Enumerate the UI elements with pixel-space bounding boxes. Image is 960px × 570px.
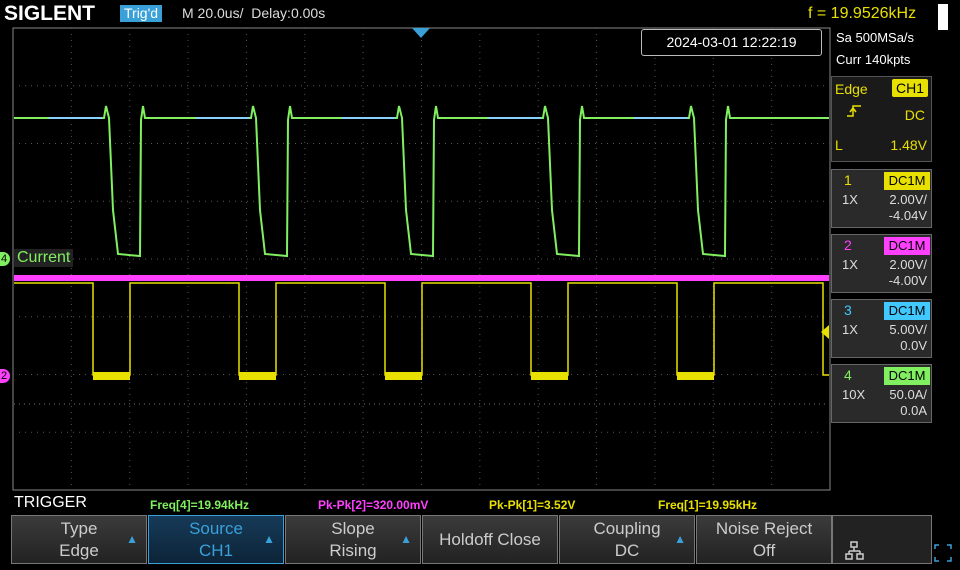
channel-number: 4 — [844, 367, 852, 383]
softkey-holdoff-button[interactable]: Holdoff Close — [422, 515, 558, 564]
network-icon — [845, 541, 864, 560]
trigger-info-panel[interactable]: Edge CH1 DC L 1.48V — [831, 76, 932, 162]
channel-scale: 50.0A/ — [889, 387, 927, 402]
softkey-type-button[interactable]: Type Edge ▲ — [11, 515, 147, 564]
softkey-slope-button[interactable]: Slope Rising ▲ — [285, 515, 421, 564]
channel-probe: 1X — [842, 322, 858, 337]
measurement-4: Freq[1]=19.95kHz — [658, 498, 758, 512]
channel-offset: -4.04V — [888, 208, 927, 223]
channel-1-panel[interactable]: 1 DC1M 1X 2.00V/-4.04V — [831, 169, 932, 228]
channel-number: 3 — [844, 302, 852, 318]
trigger-source-badge: CH1 — [892, 79, 928, 97]
network-button[interactable] — [832, 515, 932, 564]
channel-coupling-badge: DC1M — [884, 302, 930, 320]
trigger-level-value: 1.48V — [890, 137, 927, 153]
channel-probe: 1X — [842, 257, 858, 272]
up-arrow-icon: ▲ — [400, 532, 412, 546]
measurement-2: Pk-Pk[2]=320.00mV — [318, 498, 429, 512]
menu-title: TRIGGER — [14, 494, 87, 511]
channel-offset: 0.0V — [900, 338, 927, 353]
channel-coupling-badge: DC1M — [884, 237, 930, 255]
up-arrow-icon: ▲ — [674, 532, 686, 546]
channel-scale: 2.00V/ — [889, 257, 927, 272]
channel-3-panel[interactable]: 3 DC1M 1X 5.00V/0.0V — [831, 299, 932, 358]
softkey-value: Off — [752, 541, 776, 560]
channel-4-panel[interactable]: 4 DC1M 10X 50.0A/0.0A — [831, 364, 932, 423]
channel-coupling-badge: DC1M — [884, 367, 930, 385]
date-time-display: 2024-03-01 12:22:19 — [641, 29, 822, 56]
softkey-label: Holdoff Close — [439, 530, 541, 549]
softkey-source-button[interactable]: Source CH1 ▲ — [148, 515, 284, 564]
channel-scale: 2.00V/ — [889, 192, 927, 207]
channel-number: 2 — [844, 237, 852, 253]
softkey-coupling-button[interactable]: Coupling DC ▲ — [559, 515, 695, 564]
memory-depth: Curr 140kpts — [836, 52, 911, 67]
measurement-3: Pk-Pk[1]=3.52V — [489, 498, 576, 512]
trigger-level-label: L — [835, 137, 843, 153]
channel-2-panel[interactable]: 2 DC1M 1X 2.00V/-4.00V — [831, 234, 932, 293]
up-arrow-icon: ▲ — [126, 532, 138, 546]
ch4-label: Current — [14, 249, 74, 267]
trigger-type: Edge — [835, 81, 868, 97]
softkey-noise-reject-button[interactable]: Noise Reject Off — [696, 515, 832, 564]
channel-offset: -4.00V — [888, 273, 927, 288]
ch2-waveform — [14, 275, 829, 281]
measurement-1: Freq[4]=19.94kHz — [150, 498, 250, 512]
channel-number: 1 — [844, 172, 852, 188]
channel-probe: 10X — [842, 387, 866, 402]
sample-rate: Sa 500MSa/s — [836, 30, 915, 45]
waveform-display[interactable] — [0, 0, 960, 564]
softkey-label: Noise Reject — [715, 519, 813, 538]
trigger-coupling: DC — [904, 107, 925, 123]
channel-probe: 1X — [842, 192, 858, 207]
up-arrow-icon: ▲ — [263, 532, 275, 546]
rising-edge-icon — [846, 103, 862, 119]
fullscreen-icon[interactable] — [934, 544, 952, 562]
channel-scale: 5.00V/ — [889, 322, 927, 337]
channel-offset: 0.0A — [900, 403, 927, 418]
channel-coupling-badge: DC1M — [884, 172, 930, 190]
